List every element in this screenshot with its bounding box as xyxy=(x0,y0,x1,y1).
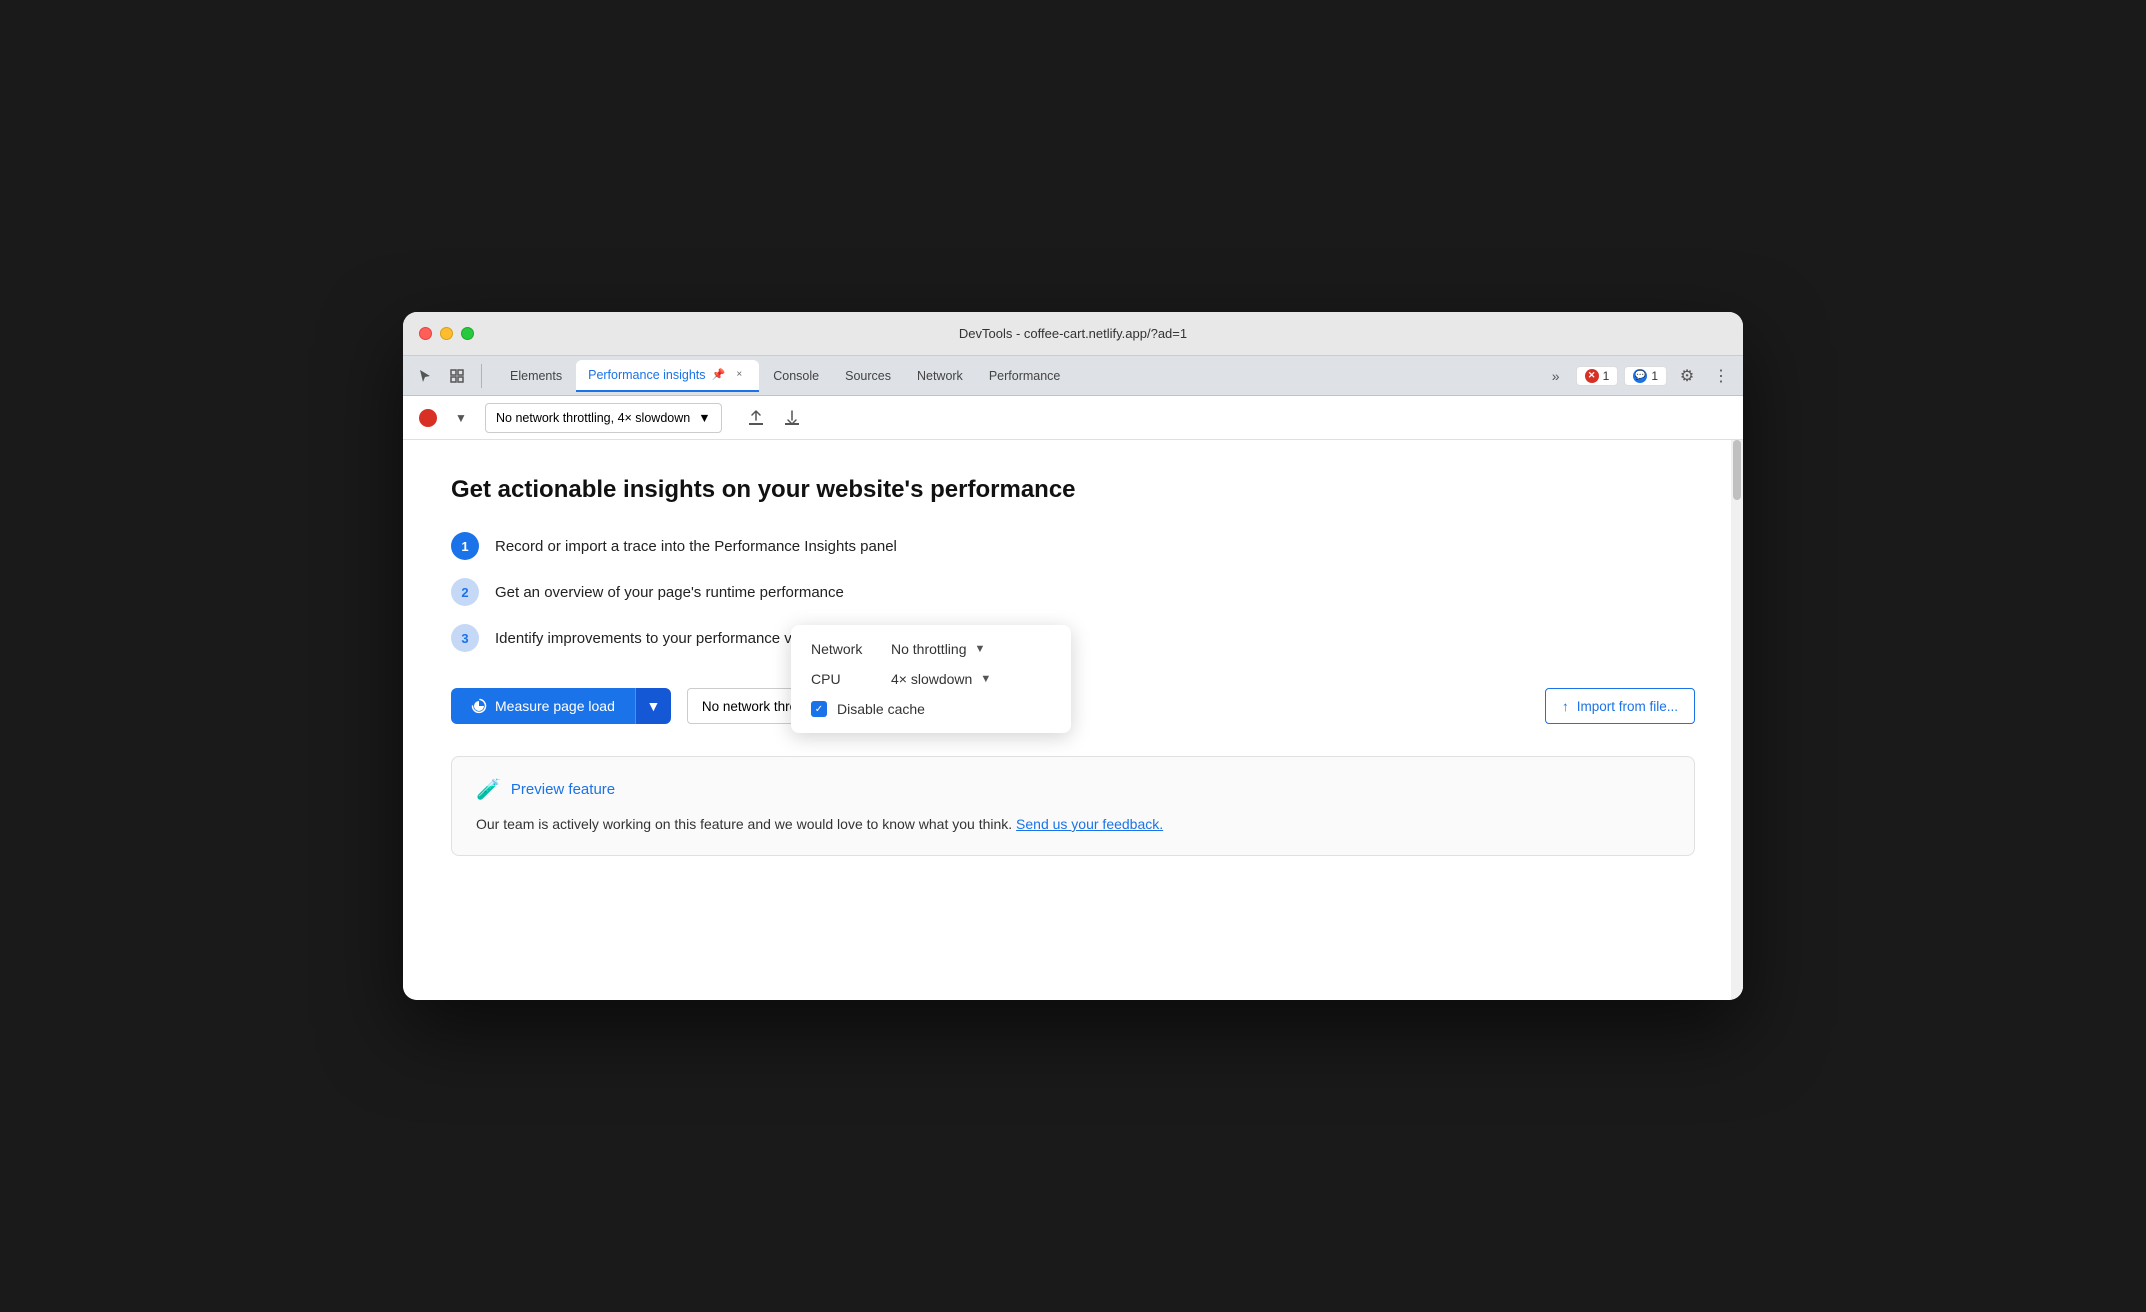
tab-network[interactable]: Network xyxy=(905,360,975,392)
measure-page-load-button[interactable]: Measure page load xyxy=(451,688,635,724)
devtools-tab-bar: Elements Performance insights 📌 × Consol… xyxy=(403,356,1743,396)
tab-console[interactable]: Console xyxy=(761,360,831,392)
tab-sources[interactable]: Sources xyxy=(833,360,903,392)
browser-window: DevTools - coffee-cart.netlify.app/?ad=1… xyxy=(403,312,1743,1000)
network-label: Network xyxy=(811,641,891,657)
network-row: Network No throttling ▼ xyxy=(811,641,1051,657)
message-badge[interactable]: 💬 1 xyxy=(1624,366,1667,386)
scrollbar-thumb[interactable] xyxy=(1733,440,1741,500)
maximize-button[interactable] xyxy=(461,327,474,340)
preview-body: Our team is actively working on this fea… xyxy=(476,814,1670,835)
step-text-2: Get an overview of your page's runtime p… xyxy=(495,584,844,601)
message-count: 1 xyxy=(1651,369,1658,383)
tab-actions: » ✕ 1 💬 1 ⚙ ⋮ xyxy=(1542,362,1735,390)
preview-feature-box: 🧪 Preview feature Our team is actively w… xyxy=(451,756,1695,856)
import-icon: ↑ xyxy=(1562,699,1569,714)
traffic-lights xyxy=(419,327,474,340)
error-count: 1 xyxy=(1603,369,1610,383)
pin-icon: 📌 xyxy=(712,368,726,381)
tab-icon-group xyxy=(411,362,488,390)
measure-btn-group: Measure page load ▼ xyxy=(451,688,671,724)
step-item-3: 3 Identify improvements to your performa… xyxy=(451,624,1695,652)
step-number-2: 2 xyxy=(451,578,479,606)
settings-icon[interactable]: ⚙ xyxy=(1673,362,1701,390)
close-button[interactable] xyxy=(419,327,432,340)
cpu-value-select[interactable]: 4× slowdown ▼ xyxy=(891,671,991,687)
scrollbar-track[interactable] xyxy=(1731,440,1743,1000)
step-item-1: 1 Record or import a trace into the Perf… xyxy=(451,532,1695,560)
tab-performance[interactable]: Performance xyxy=(977,360,1073,392)
throttling-dropdown-popup: Network No throttling ▼ CPU 4× slowdown … xyxy=(791,625,1071,733)
preview-header: 🧪 Preview feature xyxy=(476,777,1670,802)
disable-cache-checkbox[interactable]: ✓ xyxy=(811,701,827,717)
download-icon[interactable] xyxy=(778,404,806,432)
step-text-1: Record or import a trace into the Perfor… xyxy=(495,538,897,555)
upload-icon[interactable] xyxy=(742,404,770,432)
cursor-icon[interactable] xyxy=(411,362,439,390)
disable-cache-row: ✓ Disable cache xyxy=(811,701,1051,717)
error-dot: ✕ xyxy=(1585,369,1599,383)
tab-close-button[interactable]: × xyxy=(731,367,747,383)
preview-title: Preview feature xyxy=(511,781,615,798)
more-options-icon[interactable]: ⋮ xyxy=(1707,362,1735,390)
measure-btn-dropdown[interactable]: ▼ xyxy=(635,688,671,724)
toolbar-icons xyxy=(742,404,806,432)
network-value-select[interactable]: No throttling ▼ xyxy=(891,641,985,657)
record-button[interactable] xyxy=(419,409,437,427)
window-title: DevTools - coffee-cart.netlify.app/?ad=1 xyxy=(959,326,1187,341)
tab-performance-insights[interactable]: Performance insights 📌 × xyxy=(576,360,759,392)
message-dot: 💬 xyxy=(1633,369,1647,383)
step-list: 1 Record or import a trace into the Perf… xyxy=(451,532,1695,652)
action-row: Measure page load ▼ No network throttlin… xyxy=(451,688,1695,724)
flask-icon: 🧪 xyxy=(476,777,501,802)
disable-cache-label: Disable cache xyxy=(837,701,925,717)
main-heading: Get actionable insights on your website'… xyxy=(451,476,1695,504)
cpu-caret-icon: ▼ xyxy=(980,673,991,685)
titlebar: DevTools - coffee-cart.netlify.app/?ad=1 xyxy=(403,312,1743,356)
tab-separator xyxy=(481,364,482,388)
inspect-icon[interactable] xyxy=(443,362,471,390)
error-badge[interactable]: ✕ 1 xyxy=(1576,366,1619,386)
step-number-3: 3 xyxy=(451,624,479,652)
toolbar-throttling-select[interactable]: No network throttling, 4× slowdown ▼ xyxy=(485,403,722,433)
cpu-label: CPU xyxy=(811,671,891,687)
import-from-file-button[interactable]: ↑ Import from file... xyxy=(1545,688,1695,724)
tab-elements[interactable]: Elements xyxy=(498,360,574,392)
panel-toolbar: ▼ No network throttling, 4× slowdown ▼ xyxy=(403,396,1743,440)
network-caret-icon: ▼ xyxy=(974,643,985,655)
minimize-button[interactable] xyxy=(440,327,453,340)
more-tabs-icon[interactable]: » xyxy=(1542,362,1570,390)
cpu-row: CPU 4× slowdown ▼ xyxy=(811,671,1051,687)
main-content: Get actionable insights on your website'… xyxy=(403,440,1743,1000)
step-number-1: 1 xyxy=(451,532,479,560)
step-item-2: 2 Get an overview of your page's runtime… xyxy=(451,578,1695,606)
record-dropdown-arrow[interactable]: ▼ xyxy=(449,406,473,430)
feedback-link[interactable]: Send us your feedback. xyxy=(1016,816,1163,832)
